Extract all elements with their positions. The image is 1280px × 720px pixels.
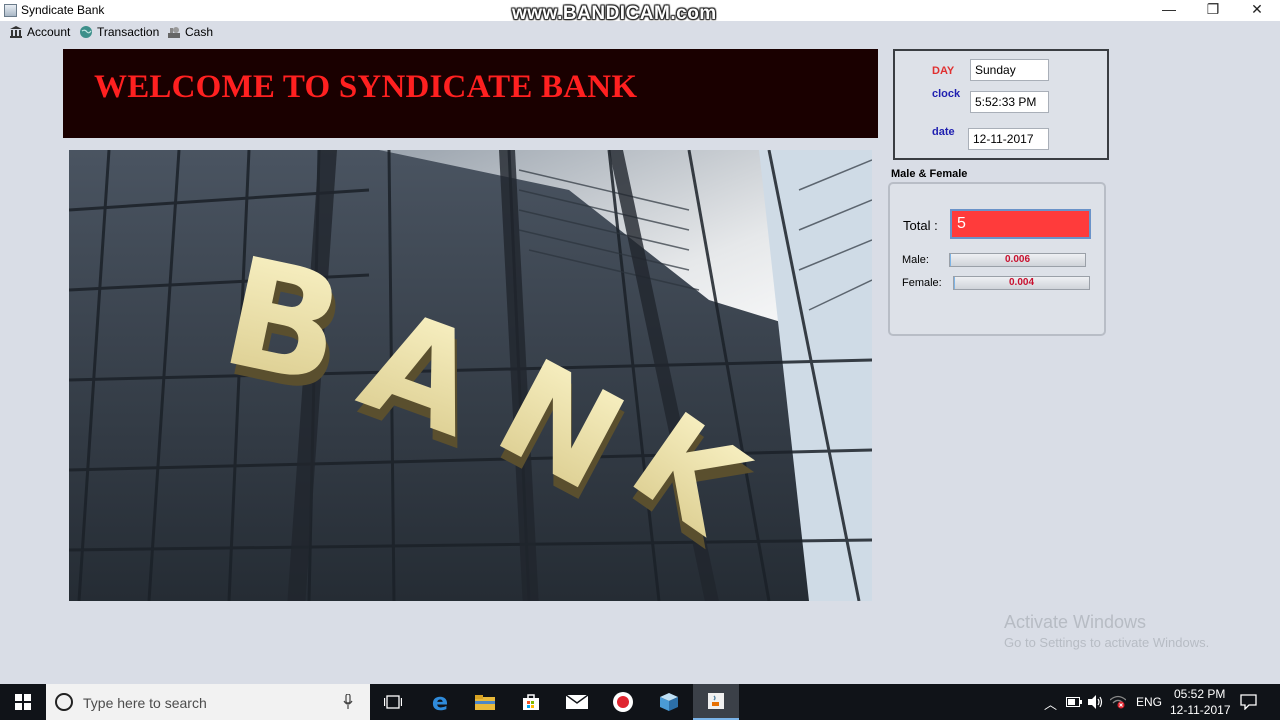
bandicam-taskbar-button[interactable] [600,684,646,720]
language-indicator[interactable]: ENG [1136,695,1162,709]
cortana-icon [55,693,73,711]
action-center-icon[interactable] [1240,694,1257,710]
task-view-button[interactable] [370,684,416,720]
record-icon [613,692,633,712]
menu-transaction-label: Transaction [97,25,160,39]
mail-taskbar-button[interactable] [554,684,600,720]
taskbar-clock-date[interactable]: 12-11-2017 [1170,703,1231,717]
male-female-title: Male & Female [891,168,968,180]
taskbar: Type here to search e ︿ ENG 05:52 PM 12-… [0,684,1280,720]
female-progress-bar: 0.004 [953,276,1090,290]
day-field[interactable]: Sunday [970,59,1049,81]
taskbar-clock-time[interactable]: 05:52 PM [1174,687,1225,701]
menu-account[interactable]: Account [9,23,70,41]
task-view-icon [384,695,402,709]
male-progress-text: 0.006 [1004,254,1031,265]
male-label: Male: [902,254,929,266]
java-app-taskbar-button[interactable] [693,684,739,720]
app-cube-taskbar-button[interactable] [646,684,692,720]
globe-icon [80,26,92,38]
battery-icon[interactable] [1066,697,1082,707]
window-titlebar: Syndicate Bank www.BANDICAM.com — ❐ ✕ [0,0,1280,24]
window-title: Syndicate Bank [21,3,105,17]
menu-transaction[interactable]: Transaction [79,23,159,41]
menu-account-label: Account [27,25,71,39]
bank-building-illustration: B B A A N N K K [69,150,872,601]
bank-image: B B A A N N K K [69,150,872,601]
female-label: Female: [902,277,942,289]
volume-icon[interactable] [1088,695,1104,709]
edge-taskbar-button[interactable]: e [417,684,463,720]
mail-envelope-icon [566,695,588,709]
total-label: Total : [903,218,938,233]
activate-windows-notice: Activate Windows Go to Settings to activ… [1004,612,1209,650]
app-icon [4,4,17,17]
show-hidden-icons-icon[interactable]: ︿ [1044,694,1057,713]
menu-cash[interactable]: Cash [167,23,213,41]
store-bag-icon [523,694,539,710]
close-button[interactable]: ✕ [1234,0,1280,21]
search-placeholder: Type here to search [83,695,207,711]
welcome-banner: WELCOME TO SYNDICATE BANK [63,49,878,138]
date-label: date [932,126,955,138]
day-label: DAY [932,65,955,77]
menu-cash-label: Cash [185,25,214,39]
date-field[interactable]: 12-11-2017 [968,128,1049,150]
clock-label: clock [932,88,961,100]
microphone-icon[interactable] [343,694,353,710]
minimize-button[interactable]: — [1146,0,1192,21]
female-progress-text: 0.004 [1008,277,1035,288]
activate-windows-title: Activate Windows [1004,612,1147,632]
bank-icon [10,26,22,38]
folder-icon [475,695,495,710]
total-field[interactable]: 5 [950,209,1091,239]
menu-bar: Account Transaction Cash [0,21,1280,42]
restore-button[interactable]: ❐ [1190,0,1236,21]
taskbar-search-box[interactable]: Type here to search [46,684,370,720]
cash-icon [168,27,180,38]
cube-icon [660,693,678,711]
java-cup-icon [708,693,724,709]
store-taskbar-button[interactable] [508,684,554,720]
start-button[interactable] [0,684,46,720]
welcome-text: WELCOME TO SYNDICATE BANK [94,69,638,105]
activate-windows-subtitle: Go to Settings to activate Windows. [1004,635,1210,650]
clock-field[interactable]: 5:52:33 PM [970,91,1049,113]
network-disconnected-icon[interactable] [1110,695,1126,709]
edge-icon: e [431,688,449,716]
file-explorer-taskbar-button[interactable] [462,684,508,720]
windows-logo-icon [15,694,31,710]
male-progress-bar: 0.006 [949,253,1086,267]
